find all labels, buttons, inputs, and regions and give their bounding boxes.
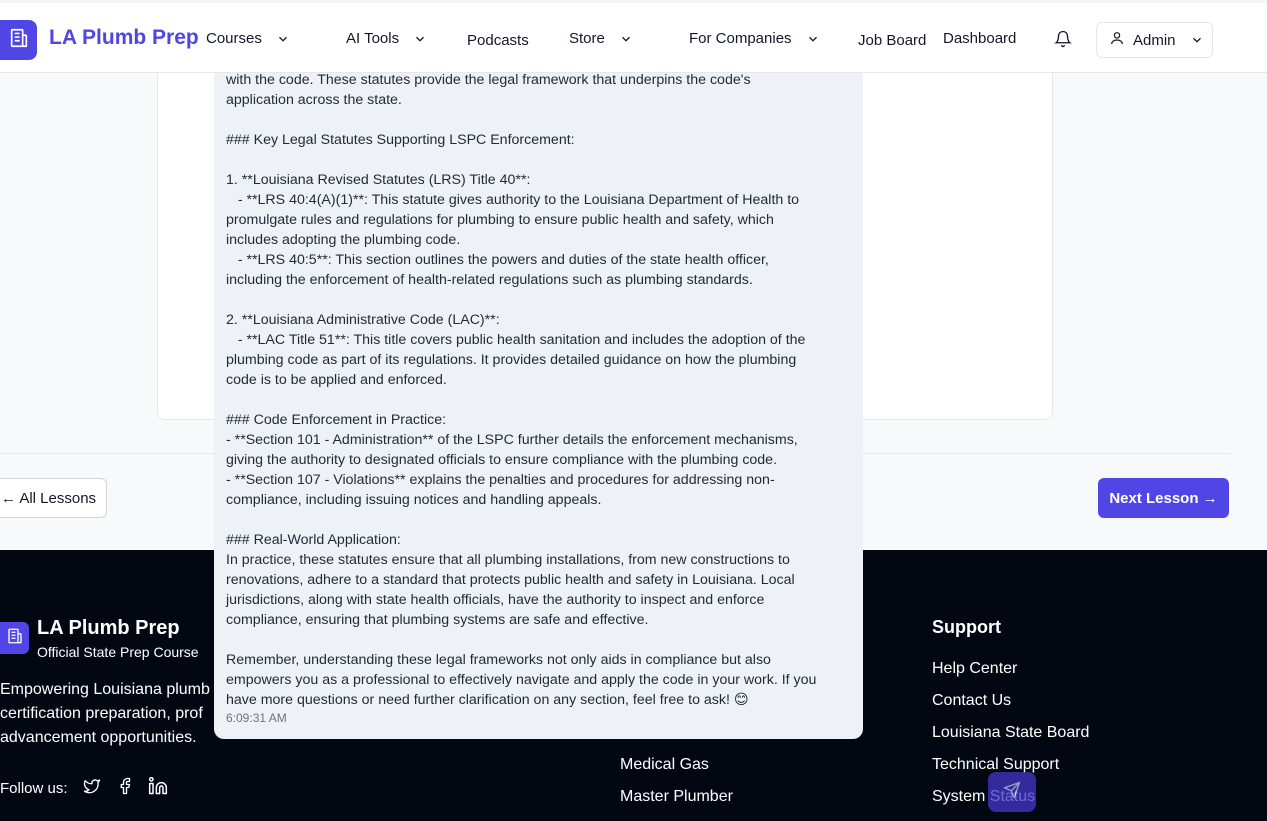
header-top-line xyxy=(0,0,1267,3)
chat-message-line: 2. **Louisiana Administrative Code (LAC)… xyxy=(226,312,500,328)
chat-message-line: ### Code Enforcement in Practice: xyxy=(226,412,447,428)
chevron-down-icon xyxy=(413,32,427,46)
nav-dashboard[interactable]: Dashboard xyxy=(943,30,1016,47)
nav-courses[interactable]: Courses xyxy=(206,30,290,47)
nav-podcasts[interactable]: Podcasts xyxy=(467,32,529,49)
chat-message-timestamp: 6:09:31 AM xyxy=(226,711,287,725)
chat-message-line xyxy=(226,630,851,650)
footer-support-heading: Support xyxy=(932,617,1001,637)
top-nav-bar: LA Plumb Prep Courses AI Tools Podcasts … xyxy=(0,0,1267,73)
chat-message-line xyxy=(226,150,851,170)
chevron-down-icon xyxy=(806,32,820,46)
user-menu-label: Admin xyxy=(1133,31,1176,49)
footer-link-louisiana-state-board[interactable]: Louisiana State Board xyxy=(932,724,1089,742)
chat-message-line: In practice, these statutes ensure that … xyxy=(226,552,790,568)
footer-link-contact-us[interactable]: Contact Us xyxy=(932,692,1011,710)
chat-message-line xyxy=(226,110,851,130)
footer-logo xyxy=(0,622,29,654)
chat-send-button[interactable] xyxy=(988,772,1036,812)
linkedin-icon[interactable] xyxy=(148,776,168,800)
user-menu-button[interactable]: Admin xyxy=(1096,22,1213,58)
chat-message-line: empowers you as a professional to effect… xyxy=(226,672,817,688)
footer-description-line: Empowering Louisiana plumb xyxy=(0,681,210,698)
chevron-down-icon xyxy=(619,32,633,46)
send-icon xyxy=(1003,781,1021,804)
chat-message-line: compliance, including issuing notices an… xyxy=(226,492,602,508)
building-icon xyxy=(8,27,30,54)
chat-message-text: with the code. These statutes provide th… xyxy=(226,70,851,710)
chat-message-line: have more questions or need further clar… xyxy=(226,692,749,708)
chat-message-line: ### Real-World Application: xyxy=(226,532,401,548)
brand-logo[interactable] xyxy=(0,20,37,60)
nav-ai-tools-label: AI Tools xyxy=(346,30,400,47)
footer-follow: Follow us: xyxy=(0,776,168,800)
footer-description-line: advancement opportunities. xyxy=(0,729,197,746)
building-icon xyxy=(6,627,24,650)
footer-description: Empowering Louisiana plumb certification… xyxy=(0,678,230,750)
footer-link-medical-gas[interactable]: Medical Gas xyxy=(620,756,709,774)
footer-description-line: certification preparation, prof xyxy=(0,705,203,722)
nav-store[interactable]: Store xyxy=(569,30,633,47)
chat-message-line xyxy=(226,510,851,530)
nav-job-board[interactable]: Job Board xyxy=(858,32,926,49)
chat-message-line: including the enforcement of health-rela… xyxy=(226,272,753,288)
chat-message-line: renovations, adhere to a standard that p… xyxy=(226,572,795,588)
chat-message-line: - **LRS 40:4(A)(1)**: This statute gives… xyxy=(226,192,800,208)
nav-ai-tools[interactable]: AI Tools xyxy=(346,30,427,47)
chevron-down-icon xyxy=(276,32,290,46)
nav-job-board-label: Job Board xyxy=(858,32,927,49)
nav-for-companies[interactable]: For Companies xyxy=(689,30,820,47)
chat-message-line: promulgate rules and regulations for plu… xyxy=(226,212,774,228)
chat-message-line xyxy=(226,390,851,410)
user-icon xyxy=(1109,30,1125,50)
nav-for-companies-label: For Companies xyxy=(689,30,792,47)
footer-subtitle: Official State Prep Course xyxy=(37,644,199,660)
chat-message-line: ### Key Legal Statutes Supporting LSPC E… xyxy=(226,132,575,148)
next-lesson-button[interactable]: Next Lesson → xyxy=(1098,478,1229,518)
all-lessons-button[interactable]: ← All Lessons xyxy=(0,478,107,518)
chat-message-line: includes adopting the plumbing code. xyxy=(226,232,461,248)
nav-store-label: Store xyxy=(569,30,605,47)
footer-link-master-plumber[interactable]: Master Plumber xyxy=(620,788,733,806)
chat-message-line: code is to be applied and enforced. xyxy=(226,372,447,388)
bell-icon[interactable] xyxy=(1054,30,1072,53)
chat-message-line xyxy=(226,290,851,310)
chat-message-line: - **LAC Title 51**: This title covers pu… xyxy=(226,332,806,348)
chevron-down-icon xyxy=(1190,33,1204,47)
follow-label: Follow us: xyxy=(0,779,68,797)
chat-message-line: - **Section 101 - Administration** of th… xyxy=(226,432,798,448)
nav-dashboard-label: Dashboard xyxy=(943,30,1017,47)
chat-message-line: with the code. These statutes provide th… xyxy=(226,72,751,88)
facebook-icon[interactable] xyxy=(116,776,134,800)
chat-message-line: compliance, ensuring that plumbing syste… xyxy=(226,612,649,628)
twitter-icon[interactable] xyxy=(82,777,102,799)
chat-message-line: - **LRS 40:5**: This section outlines th… xyxy=(226,252,769,268)
chat-message-line: plumbing code as part of its regulations… xyxy=(226,352,797,368)
chat-message-line: application across the state. xyxy=(226,92,402,108)
brand-name[interactable]: LA Plumb Prep xyxy=(49,26,199,50)
chat-message-line: - **Section 107 - Violations** explains … xyxy=(226,472,775,488)
chat-message-line: Remember, understanding these legal fram… xyxy=(226,652,771,668)
nav-podcasts-label: Podcasts xyxy=(467,32,529,49)
footer-brand: LA Plumb Prep xyxy=(37,617,180,639)
chat-message-bubble: with the code. These statutes provide th… xyxy=(214,60,863,739)
nav-courses-label: Courses xyxy=(206,30,262,47)
chat-message-line: 1. **Louisiana Revised Statutes (LRS) Ti… xyxy=(226,172,531,188)
chat-message-line: jurisdictions, along with state health o… xyxy=(226,592,765,608)
footer-link-help-center[interactable]: Help Center xyxy=(932,660,1017,678)
chat-message-line: giving the authority to designated offic… xyxy=(226,452,778,468)
